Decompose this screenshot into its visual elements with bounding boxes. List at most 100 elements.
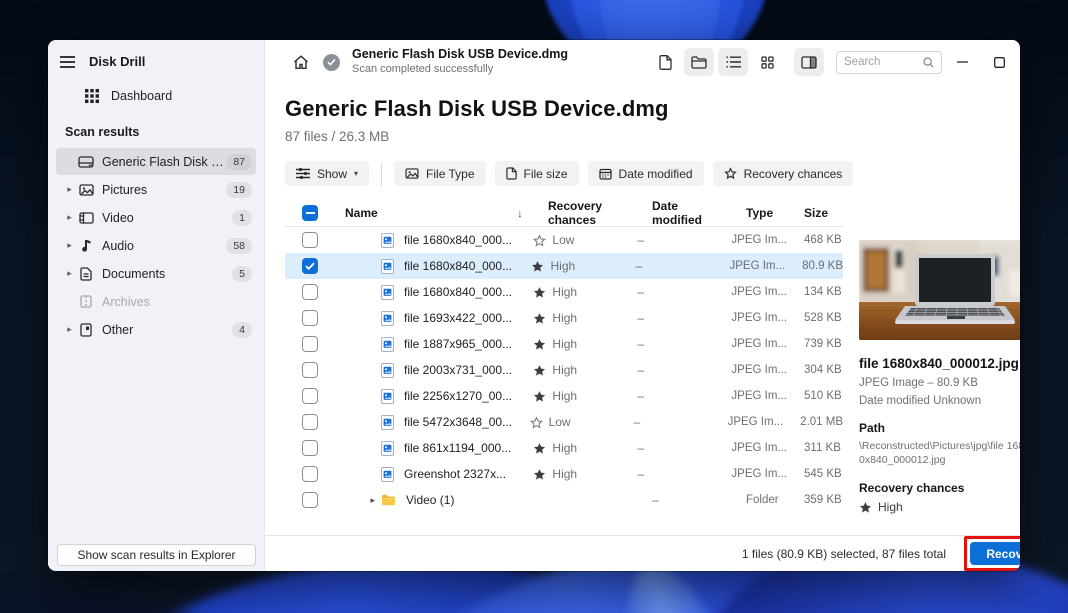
recover-button[interactable]: Recover (970, 542, 1020, 565)
table-row[interactable]: ▸ Video (1) – Folder 359 KB (285, 487, 843, 513)
chevron-right-icon[interactable]: ▸ (65, 324, 74, 335)
table-row[interactable]: file 1680x840_000... High – JPEG Im... 134 K… (285, 279, 843, 305)
hamburger-menu-icon[interactable] (60, 55, 75, 68)
grid-view-icon[interactable] (752, 48, 782, 76)
filter-button-file-size[interactable]: File size (494, 161, 579, 186)
column-recovery-chances[interactable]: Recovery chances (531, 199, 635, 227)
page-title: Generic Flash Disk USB Device.dmg (285, 96, 669, 121)
row-checkbox[interactable] (302, 258, 318, 274)
size-value: 80.9 KB (802, 260, 843, 272)
row-checkbox[interactable] (302, 362, 318, 378)
table-row[interactable]: file 1887x965_000... High – JPEG Im... 739 K… (285, 331, 843, 357)
image-icon (405, 168, 419, 179)
date-modified-value: – (637, 363, 645, 377)
column-date-modified[interactable]: Date modified (635, 199, 729, 227)
chevron-right-icon[interactable]: ▸ (65, 184, 74, 195)
row-checkbox[interactable] (302, 440, 318, 456)
star-filled-icon (533, 286, 546, 299)
count-badge: 1 (232, 209, 252, 226)
type-value: JPEG Im... (731, 234, 787, 246)
table-row[interactable]: file 2256x1270_00... High – JPEG Im... 510 K… (285, 383, 843, 409)
star-outline-icon (529, 415, 543, 429)
table-row[interactable]: file 1693x422_000... High – JPEG Im... 528 K… (285, 305, 843, 331)
chevron-right-icon[interactable]: ▸ (65, 240, 74, 251)
toolbar-subtitle: Scan completed successfully (352, 62, 494, 75)
star-filled-icon (533, 468, 546, 481)
home-icon[interactable] (293, 54, 309, 70)
close-button[interactable] (1019, 47, 1020, 77)
table-row[interactable]: file 5472x3648_00... Low – JPEG Im... 2.01 M… (285, 409, 843, 435)
jpeg-file-icon (381, 414, 394, 430)
row-checkbox[interactable] (302, 414, 318, 430)
filter-button-recovery-chances[interactable]: Recovery chances (712, 161, 854, 186)
row-checkbox[interactable] (302, 388, 318, 404)
column-name[interactable]: Name (329, 206, 378, 220)
type-value: JPEG Im... (727, 416, 784, 428)
filter-button-date-modified[interactable]: Date modified (587, 161, 704, 186)
preview-panel-toggle-icon[interactable] (794, 48, 824, 76)
size-value: 311 KB (804, 442, 841, 454)
open-folder-icon[interactable] (684, 48, 714, 76)
chevron-right-icon[interactable]: ▸ (65, 212, 74, 223)
chance-label: Low (548, 415, 571, 429)
row-checkbox[interactable] (302, 492, 318, 508)
size-value: 2.01 MB (800, 416, 843, 428)
type-value: JPEG Im... (731, 390, 787, 402)
row-checkbox[interactable] (302, 232, 318, 248)
size-value: 545 KB (804, 468, 842, 480)
sidebar-item-dashboard[interactable]: Dashboard (48, 81, 264, 111)
preview-file-info: JPEG Image – 80.9 KB (859, 377, 978, 389)
table-row[interactable]: file 1680x840_000... High – JPEG Im... 80.9 … (285, 253, 843, 279)
date-modified-value: – (637, 441, 645, 455)
count-badge: 4 (232, 321, 252, 338)
sidebar-item-other[interactable]: ▸ Other 4 (56, 316, 256, 343)
table-row[interactable]: file 2003x731_000... High – JPEG Im... 304 K… (285, 357, 843, 383)
star-filled-icon (533, 364, 546, 377)
sidebar-item-label: Video (102, 210, 134, 225)
other-icon (78, 322, 94, 337)
size-value: 304 KB (804, 364, 842, 376)
disk-icon (78, 155, 94, 168)
show-dropdown-button[interactable]: Show ▾ (285, 161, 370, 186)
maximize-button[interactable] (982, 47, 1016, 77)
expand-chevron-icon[interactable]: ▸ (329, 495, 381, 506)
table-row[interactable]: file 1680x840_000... Low – JPEG Im... 468 KB (285, 227, 843, 253)
search-input[interactable] (844, 56, 923, 68)
column-type[interactable]: Type (729, 206, 787, 220)
sidebar-item-pictures[interactable]: ▸ Pictures 19 (56, 176, 256, 203)
select-all-checkbox[interactable] (302, 205, 318, 221)
filter-button-file-type[interactable]: File Type (394, 161, 486, 186)
count-badge: 5 (232, 265, 252, 282)
footer-bar: 1 files (80.9 KB) selected, 87 files tot… (265, 535, 1020, 571)
sidebar-item-audio[interactable]: ▸ Audio 58 (56, 232, 256, 259)
scan-results-section-label: Scan results (65, 125, 140, 139)
sidebar-item-documents[interactable]: ▸ Documents 5 (56, 260, 256, 287)
jpeg-file-icon (381, 258, 394, 274)
sort-descending-icon[interactable]: ↓ (517, 206, 523, 220)
chevron-right-icon[interactable]: ▸ (65, 268, 74, 279)
sidebar-item-archives[interactable]: Archives (56, 288, 256, 315)
count-badge: 58 (226, 237, 252, 254)
sidebar-item-video[interactable]: ▸ Video 1 (56, 204, 256, 231)
row-checkbox[interactable] (302, 336, 318, 352)
minimize-button[interactable] (945, 47, 979, 77)
file-name: file 1887x965_000... (404, 337, 513, 351)
table-row[interactable]: Greenshot 2327x... High – JPEG Im... 545 KB (285, 461, 843, 487)
row-checkbox[interactable] (302, 284, 318, 300)
row-checkbox[interactable] (302, 310, 318, 326)
show-in-explorer-button[interactable]: Show scan results in Explorer (57, 544, 256, 566)
table-row[interactable]: file 861x1194_000... High – JPEG Im... 311 K… (285, 435, 843, 461)
filter-divider (381, 161, 383, 186)
new-file-icon[interactable] (650, 48, 680, 76)
documents-icon (78, 266, 94, 281)
list-view-icon[interactable] (718, 48, 748, 76)
column-size[interactable]: Size (787, 206, 843, 220)
selection-summary: 1 files (80.9 KB) selected, 87 files tot… (741, 546, 946, 561)
file-name: file 1680x840_000... (404, 259, 513, 273)
sidebar-item-generic-flash-disk-usb-d[interactable]: Generic Flash Disk USB D...87 (56, 148, 256, 175)
search-box[interactable] (836, 50, 942, 74)
date-modified-value: – (637, 467, 645, 481)
row-checkbox[interactable] (302, 466, 318, 482)
type-value: JPEG Im... (731, 312, 787, 324)
archives-icon (78, 295, 94, 308)
